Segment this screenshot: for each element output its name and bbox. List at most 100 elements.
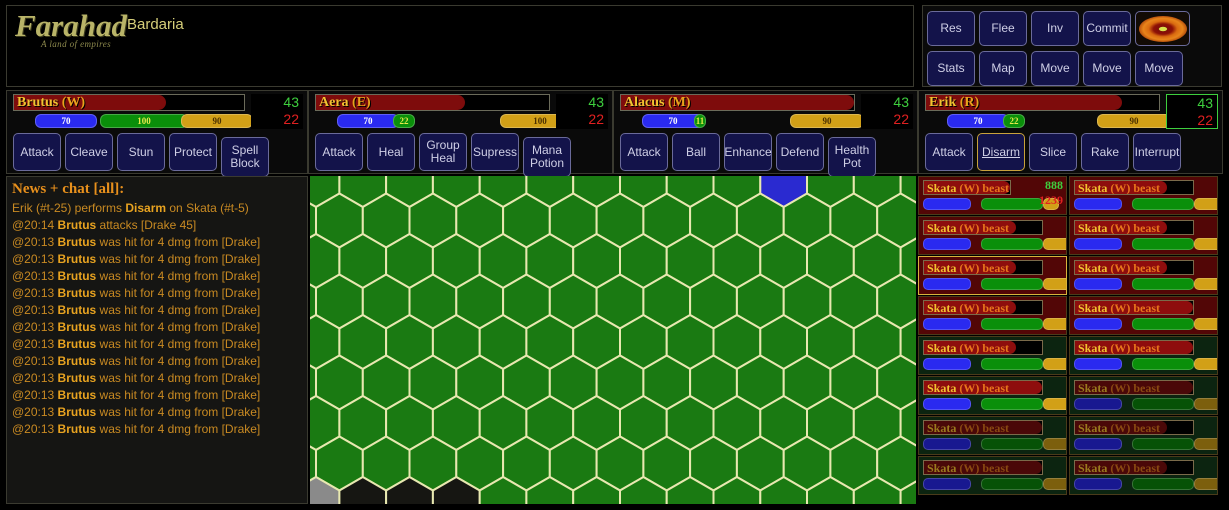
party-name-label: Alacus (M) bbox=[624, 95, 691, 110]
hex-map[interactable] bbox=[310, 176, 916, 504]
enemy-health-bar: Skata (W) beast bbox=[1074, 380, 1194, 395]
enemy-column-right: Skata (W) beast Skata (W) beast Skata (W) … bbox=[1069, 176, 1218, 496]
party-panel-erik[interactable]: Erik (R) 70 22 90 43 22 Attack Disarm Slice Rake I… bbox=[918, 90, 1223, 174]
party-health-bar: Brutus (W) bbox=[13, 94, 245, 111]
chat-actor: Brutus bbox=[57, 286, 97, 300]
command-button-move-4[interactable]: Move bbox=[1135, 51, 1183, 86]
enemy-bar-blue bbox=[1074, 278, 1122, 290]
command-row-2: Stats Map Move Move Move bbox=[927, 51, 1183, 86]
enemy-panel[interactable]: Skata (W) beast bbox=[918, 256, 1067, 295]
enemy-name-text: Skata bbox=[927, 421, 957, 435]
enemy-panel[interactable]: Skata (W) beast bbox=[1069, 216, 1218, 255]
chat-text: was hit for 4 dmg from [Drake] bbox=[96, 354, 261, 368]
enemy-name-text: Skata bbox=[1078, 261, 1108, 275]
enemy-panel[interactable]: Skata (W) beast bbox=[918, 336, 1067, 375]
enemy-panel[interactable]: Skata (W) beast bbox=[1069, 296, 1218, 335]
enemy-name-text: Skata bbox=[1078, 221, 1108, 235]
enemy-panel[interactable]: Skata (W) beast bbox=[1069, 176, 1218, 215]
party-class-tag: (R) bbox=[959, 95, 980, 110]
chat-panel[interactable]: News + chat [all]: Erik (#t-25) performs… bbox=[6, 176, 308, 504]
enemy-stat-top: 888 bbox=[1045, 178, 1063, 192]
button-label: Res bbox=[940, 21, 962, 35]
enemy-panel[interactable]: Skata (W) beast bbox=[1069, 456, 1218, 495]
action-button-mana-potion[interactable]: Mana Potion bbox=[523, 137, 571, 177]
resource-bar-green: 22 bbox=[1003, 114, 1025, 128]
action-button-attack[interactable]: Attack bbox=[13, 133, 61, 171]
enemy-name-text: Skata bbox=[1078, 341, 1108, 355]
enemy-health-bar: Skata (W) beast bbox=[1074, 300, 1194, 315]
party-stat-bottom: 22 bbox=[588, 111, 604, 127]
action-button-attack[interactable]: Attack bbox=[620, 133, 668, 171]
chat-timestamp: @20:13 bbox=[12, 286, 58, 300]
action-button-cleave[interactable]: Cleave bbox=[65, 133, 113, 171]
enemy-name-label: Skata (W) beast bbox=[1078, 301, 1160, 315]
enemy-panel[interactable]: Skata (W) beast bbox=[918, 456, 1067, 495]
enemy-panel[interactable]: Skata (W) beast bbox=[1069, 416, 1218, 455]
enemy-panel[interactable]: Skata (W) beast bbox=[918, 376, 1067, 415]
enemy-panel[interactable]: Skata (W) beast bbox=[1069, 376, 1218, 415]
command-button-commit[interactable]: Commit bbox=[1083, 11, 1131, 46]
command-button-map-1[interactable]: Map bbox=[979, 51, 1027, 86]
hex-grid-svg[interactable] bbox=[310, 176, 916, 504]
action-button-ball[interactable]: Ball bbox=[672, 133, 720, 171]
eye-icon[interactable] bbox=[1135, 11, 1190, 46]
action-button-attack[interactable]: Attack bbox=[925, 133, 973, 171]
action-button-heal[interactable]: Heal bbox=[367, 133, 415, 171]
enemy-name-label: Skata (W) beast bbox=[1078, 381, 1160, 394]
party-stats-box: 43 22 bbox=[861, 94, 913, 129]
chat-text: was hit for 4 dmg from [Drake] bbox=[96, 235, 261, 249]
chat-line: Erik (#t-25) performs Disarm on Skata (#… bbox=[12, 200, 302, 217]
button-label: Enhance bbox=[724, 144, 772, 159]
chat-actor: Brutus bbox=[57, 405, 97, 419]
button-label: Protect bbox=[173, 144, 212, 159]
command-button-res[interactable]: Res bbox=[927, 11, 975, 46]
action-button-enhance[interactable]: Enhance bbox=[724, 133, 772, 171]
party-panel-aera[interactable]: Aera (E) 70 22 100 43 22 Attack Heal Group Heal S… bbox=[308, 90, 613, 177]
enemy-panel[interactable]: Skata (W) beast bbox=[918, 296, 1067, 335]
enemy-panel[interactable]: Skata (W) beast bbox=[1069, 256, 1218, 295]
action-button-protect[interactable]: Protect bbox=[169, 133, 217, 171]
button-label: Stats bbox=[937, 61, 965, 75]
chat-title: News + chat [all]: bbox=[12, 181, 125, 197]
enemy-panel[interactable]: Skata (W) beast bbox=[1069, 336, 1218, 375]
command-button-stats-0[interactable]: Stats bbox=[927, 51, 975, 86]
action-button-attack[interactable]: Attack bbox=[315, 133, 363, 171]
resource-bar-value: 11 bbox=[695, 115, 705, 126]
action-button-group-heal[interactable]: Group Heal bbox=[419, 133, 467, 171]
enemy-bar-gold bbox=[1194, 438, 1217, 450]
party-name-label: Aera (E) bbox=[319, 95, 371, 110]
enemy-name-text: Skata bbox=[1078, 301, 1108, 315]
action-button-defend[interactable]: Defend bbox=[776, 133, 824, 171]
action-button-slice[interactable]: Slice bbox=[1029, 133, 1077, 171]
action-button-health-pot[interactable]: Health Pot bbox=[828, 137, 876, 177]
chat-timestamp: @20:13 bbox=[12, 388, 58, 402]
enemy-panel[interactable]: Skata (W) beast 888 1239 bbox=[918, 176, 1067, 215]
enemy-bar-gold bbox=[1194, 318, 1217, 330]
action-button-disarm[interactable]: Disarm bbox=[977, 133, 1025, 171]
button-label: Move bbox=[1040, 61, 1070, 75]
command-button-move-2[interactable]: Move bbox=[1031, 51, 1079, 86]
enemy-bar-blue bbox=[923, 238, 971, 250]
resource-bar-value: 90 bbox=[1129, 115, 1139, 126]
command-button-inv[interactable]: Inv bbox=[1031, 11, 1079, 46]
enemy-panel[interactable]: Skata (W) beast bbox=[918, 216, 1067, 255]
enemy-name-label: Skata (W) beast bbox=[927, 381, 1009, 394]
chat-line: @20:13 Brutus was hit for 4 dmg from [Dr… bbox=[12, 370, 302, 387]
chat-line: @20:13 Brutus was hit for 4 dmg from [Dr… bbox=[12, 336, 302, 353]
enemy-bar-gold bbox=[1194, 198, 1217, 210]
enemy-bar-green bbox=[981, 438, 1043, 450]
button-label: Spell Block bbox=[230, 143, 260, 170]
enemy-panel[interactable]: Skata (W) beast bbox=[918, 416, 1067, 455]
action-button-stun[interactable]: Stun bbox=[117, 133, 165, 171]
enemy-bar-gold bbox=[1194, 278, 1217, 290]
action-button-spell-block[interactable]: Spell Block bbox=[221, 137, 269, 177]
enemy-name-text: Skata bbox=[927, 341, 957, 355]
action-button-rake[interactable]: Rake bbox=[1081, 133, 1129, 171]
action-button-supress[interactable]: Supress bbox=[471, 133, 519, 171]
command-button-flee[interactable]: Flee bbox=[979, 11, 1027, 46]
action-button-interrupt[interactable]: Interrupt bbox=[1133, 133, 1181, 171]
party-panel-brutus[interactable]: Brutus (W) 70 100 90 43 22 Attack Cleave Stun Pro… bbox=[6, 90, 308, 177]
command-button-move-3[interactable]: Move bbox=[1083, 51, 1131, 86]
party-panel-alacus[interactable]: Alacus (M) 70 11 90 43 22 Attack Ball Enhance Def… bbox=[613, 90, 918, 177]
enemy-health-bar: Skata (W) beast bbox=[1074, 420, 1194, 435]
